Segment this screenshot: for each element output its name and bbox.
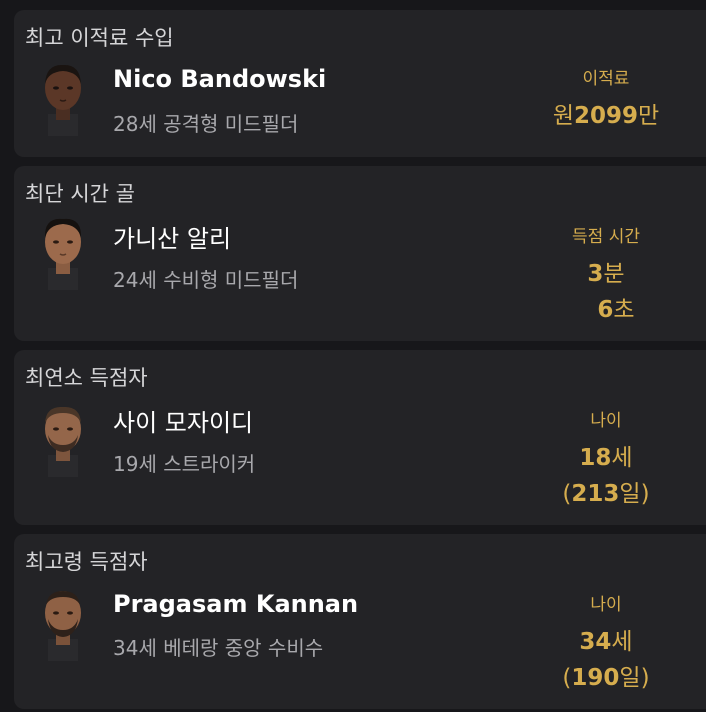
- stat-label: 나이: [590, 595, 622, 615]
- player-description: 34세 베테랑 중앙 수비수: [113, 636, 324, 660]
- stat-block: 나이 18세 (213일): [506, 406, 706, 516]
- stat-label: 나이: [590, 411, 622, 431]
- player-name[interactable]: Pragasam Kannan: [113, 590, 358, 618]
- record-card-fastest-goal[interactable]: 최단 시간 골 가니산 알리 24세 수비형 미드필더 득점 시간 3분 6초: [14, 166, 706, 341]
- stat-block: 나이 34세 (190일): [506, 590, 706, 700]
- stat-value-number: 18: [579, 445, 612, 471]
- player-face-icon[interactable]: [40, 216, 86, 290]
- stat-value-number: 3: [587, 261, 604, 287]
- card-title: 최단 시간 골: [25, 182, 135, 206]
- card-title: 최연소 득점자: [25, 366, 148, 390]
- stat-value-secondary: (190일): [506, 658, 706, 692]
- stat-value-number: 34: [579, 629, 612, 655]
- stat-value-unit: 분: [603, 261, 625, 287]
- stat-value-prefix: 원: [552, 103, 574, 129]
- player-name[interactable]: 사이 모자이디: [113, 403, 253, 438]
- stat-value-unit: 일): [619, 481, 650, 507]
- stat-value: 원2099만: [506, 96, 706, 130]
- stat-value-secondary: 6초: [506, 290, 706, 324]
- stat-block: 득점 시간 3분 6초: [506, 222, 706, 332]
- stat-value-primary: 3분: [506, 254, 706, 288]
- stat-value-unit: 일): [619, 665, 650, 691]
- stat-label: 이적료: [582, 69, 630, 89]
- player-description: 19세 스트라이커: [113, 452, 256, 476]
- stat-value-unit: 초: [613, 297, 635, 323]
- player-description: 24세 수비형 미드필더: [113, 268, 299, 292]
- stat-block: 이적료 원2099만: [506, 64, 706, 144]
- stat-value-unit: 만: [638, 103, 660, 129]
- stat-value-number: 6: [597, 297, 614, 323]
- card-title: 최고 이적료 수입: [25, 26, 174, 50]
- player-face-icon[interactable]: [40, 587, 86, 661]
- stat-value-number: 2099: [573, 103, 638, 129]
- player-name[interactable]: 가니산 알리: [113, 219, 231, 254]
- stat-value-number: 213: [571, 481, 620, 507]
- stat-value-secondary: (213일): [506, 474, 706, 508]
- record-card-highest-transfer[interactable]: 최고 이적료 수입 Nico Bandowski 28세 공격형 미드필더 이적…: [14, 10, 706, 157]
- stat-value-unit: 세: [611, 445, 633, 471]
- stat-value-unit: 세: [611, 629, 633, 655]
- player-face-icon[interactable]: [40, 62, 86, 136]
- player-face-icon[interactable]: [40, 403, 86, 477]
- record-card-oldest-scorer[interactable]: 최고령 득점자 Pragasam Kannan 34세 베테랑 중앙 수비수 나…: [14, 534, 706, 709]
- player-description: 28세 공격형 미드필더: [113, 112, 299, 136]
- stat-label: 득점 시간: [572, 227, 640, 247]
- player-name[interactable]: Nico Bandowski: [113, 65, 326, 93]
- stat-value-primary: 18세: [506, 438, 706, 472]
- stat-value-number: 190: [571, 665, 620, 691]
- record-card-youngest-scorer[interactable]: 최연소 득점자 사이 모자이디 19세 스트라이커 나이 18세 (213일): [14, 350, 706, 525]
- card-title: 최고령 득점자: [25, 550, 148, 574]
- stat-value-primary: 34세: [506, 622, 706, 656]
